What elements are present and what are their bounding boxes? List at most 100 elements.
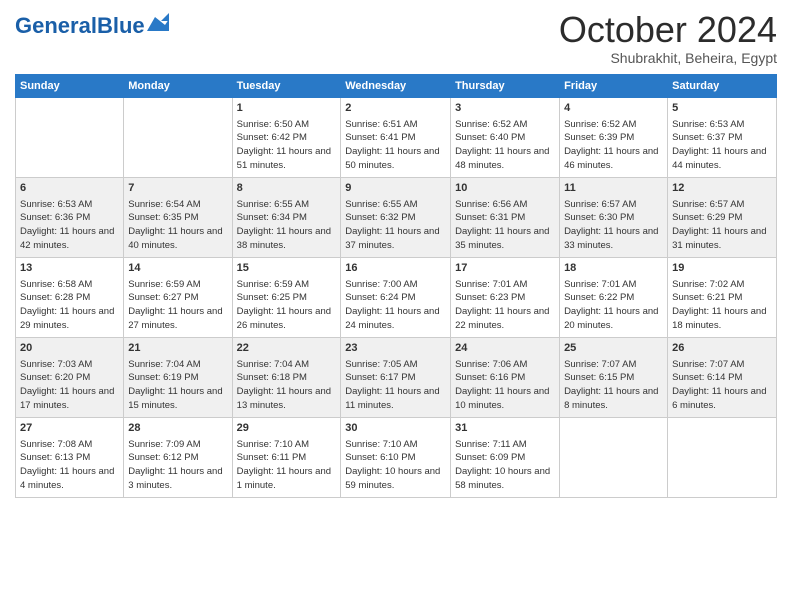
sunset-text: Sunset: 6:40 PM — [455, 132, 525, 143]
daylight-text: Daylight: 11 hours and 27 minutes. — [128, 306, 222, 331]
day-number: 19 — [672, 261, 772, 277]
daylight-text: Daylight: 11 hours and 22 minutes. — [455, 306, 549, 331]
sunset-text: Sunset: 6:36 PM — [20, 212, 90, 223]
daylight-text: Daylight: 11 hours and 15 minutes. — [128, 386, 222, 411]
day-number: 28 — [128, 421, 227, 437]
calendar-header: SundayMondayTuesdayWednesdayThursdayFrid… — [16, 74, 777, 97]
calendar-cell — [16, 97, 124, 177]
day-number: 22 — [237, 341, 337, 357]
sunrise-text: Sunrise: 7:07 AM — [564, 359, 636, 370]
daylight-text: Daylight: 11 hours and 11 minutes. — [345, 386, 439, 411]
day-number: 25 — [564, 341, 663, 357]
calendar-cell: 21Sunrise: 7:04 AMSunset: 6:19 PMDayligh… — [124, 337, 232, 417]
calendar-table: SundayMondayTuesdayWednesdayThursdayFrid… — [15, 74, 777, 498]
day-number: 16 — [345, 261, 446, 277]
day-number: 10 — [455, 181, 555, 197]
day-number: 20 — [20, 341, 119, 357]
sunrise-text: Sunrise: 7:08 AM — [20, 439, 92, 450]
calendar-cell: 17Sunrise: 7:01 AMSunset: 6:23 PMDayligh… — [451, 257, 560, 337]
calendar-cell: 30Sunrise: 7:10 AMSunset: 6:10 PMDayligh… — [341, 417, 451, 497]
week-row-1: 6 Sunrise: 6:53 AM Sunset: 6:36 PM Daylight… — [16, 177, 777, 257]
week-row-3: 20 Sunrise: 7:03 AM Sunset: 6:20 PM Dayligh… — [16, 337, 777, 417]
day-number: 4 — [564, 101, 663, 117]
calendar-cell: 3Sunrise: 6:52 AMSunset: 6:40 PMDaylight… — [451, 97, 560, 177]
daylight-text: Daylight: 11 hours and 17 minutes. — [20, 386, 114, 411]
sunset-text: Sunset: 6:32 PM — [345, 212, 415, 223]
calendar-cell: 19Sunrise: 7:02 AMSunset: 6:21 PMDayligh… — [668, 257, 777, 337]
calendar-cell: 15Sunrise: 6:59 AMSunset: 6:25 PMDayligh… — [232, 257, 341, 337]
calendar-cell: 13Sunrise: 6:58 AMSunset: 6:28 PMDayligh… — [16, 257, 124, 337]
location: Shubrakhit, Beheira, Egypt — [559, 50, 777, 66]
daylight-text: Daylight: 11 hours and 13 minutes. — [237, 386, 331, 411]
calendar-cell: 7Sunrise: 6:54 AMSunset: 6:35 PMDaylight… — [124, 177, 232, 257]
logo-general: General — [15, 13, 97, 38]
sunrise-text: Sunrise: 6:52 AM — [455, 119, 527, 130]
calendar-cell: 16Sunrise: 7:00 AMSunset: 6:24 PMDayligh… — [341, 257, 451, 337]
calendar-cell: 29Sunrise: 7:10 AMSunset: 6:11 PMDayligh… — [232, 417, 341, 497]
sunrise-text: Sunrise: 6:51 AM — [345, 119, 417, 130]
sunset-text: Sunset: 6:19 PM — [128, 372, 198, 383]
daylight-text: Daylight: 11 hours and 8 minutes. — [564, 386, 658, 411]
day-number: 2 — [345, 101, 446, 117]
sunrise-text: Sunrise: 7:02 AM — [672, 279, 744, 290]
sunrise-text: Sunrise: 7:10 AM — [345, 439, 417, 450]
daylight-text: Daylight: 11 hours and 35 minutes. — [455, 226, 549, 251]
sunset-text: Sunset: 6:14 PM — [672, 372, 742, 383]
sunset-text: Sunset: 6:20 PM — [20, 372, 90, 383]
sunrise-text: Sunrise: 7:09 AM — [128, 439, 200, 450]
day-number: 17 — [455, 261, 555, 277]
calendar-cell: 6Sunrise: 6:53 AMSunset: 6:36 PMDaylight… — [16, 177, 124, 257]
day-number: 7 — [128, 181, 227, 197]
calendar-cell: 18Sunrise: 7:01 AMSunset: 6:22 PMDayligh… — [560, 257, 668, 337]
calendar-cell: 26Sunrise: 7:07 AMSunset: 6:14 PMDayligh… — [668, 337, 777, 417]
calendar-cell: 31Sunrise: 7:11 AMSunset: 6:09 PMDayligh… — [451, 417, 560, 497]
sunrise-text: Sunrise: 7:03 AM — [20, 359, 92, 370]
day-number: 29 — [237, 421, 337, 437]
week-row-2: 13Sunrise: 6:58 AMSunset: 6:28 PMDayligh… — [16, 257, 777, 337]
sunrise-text: Sunrise: 6:59 AM — [237, 279, 309, 290]
calendar-cell: 2Sunrise: 6:51 AMSunset: 6:41 PMDaylight… — [341, 97, 451, 177]
calendar-cell: 28Sunrise: 7:09 AMSunset: 6:12 PMDayligh… — [124, 417, 232, 497]
sunrise-text: Sunrise: 6:53 AM — [672, 119, 744, 130]
sunrise-text: Sunrise: 6:54 AM — [128, 199, 200, 210]
sunrise-text: Sunrise: 7:01 AM — [564, 279, 636, 290]
daylight-text: Daylight: 11 hours and 18 minutes. — [672, 306, 766, 331]
calendar-body: 1Sunrise: 6:50 AMSunset: 6:42 PMDaylight… — [16, 97, 777, 497]
calendar-cell: 25 Sunrise: 7:07 AM Sunset: 6:15 PM Dayligh… — [560, 337, 668, 417]
logo-text: GeneralBlue — [15, 15, 145, 37]
daylight-text: Daylight: 11 hours and 24 minutes. — [345, 306, 439, 331]
sunrise-text: Sunrise: 6:53 AM — [20, 199, 92, 210]
calendar-cell: 14Sunrise: 6:59 AMSunset: 6:27 PMDayligh… — [124, 257, 232, 337]
day-number: 24 — [455, 341, 555, 357]
calendar-cell: 20 Sunrise: 7:03 AM Sunset: 6:20 PM Dayligh… — [16, 337, 124, 417]
day-number: 21 — [128, 341, 227, 357]
daylight-text: Daylight: 11 hours and 40 minutes. — [128, 226, 222, 251]
daylight-text: Daylight: 11 hours and 3 minutes. — [128, 466, 222, 491]
sunset-text: Sunset: 6:31 PM — [455, 212, 525, 223]
logo-blue: Blue — [97, 13, 145, 38]
sunset-text: Sunset: 6:42 PM — [237, 132, 307, 143]
sunset-text: Sunset: 6:18 PM — [237, 372, 307, 383]
daylight-text: Daylight: 11 hours and 26 minutes. — [237, 306, 331, 331]
daylight-text: Daylight: 11 hours and 51 minutes. — [237, 146, 331, 171]
sunset-text: Sunset: 6:29 PM — [672, 212, 742, 223]
sunrise-text: Sunrise: 6:59 AM — [128, 279, 200, 290]
logo: GeneralBlue — [15, 15, 169, 37]
sunset-text: Sunset: 6:15 PM — [564, 372, 634, 383]
day-number: 27 — [20, 421, 119, 437]
daylight-text: Daylight: 11 hours and 31 minutes. — [672, 226, 766, 251]
daylight-text: Daylight: 11 hours and 37 minutes. — [345, 226, 439, 251]
daylight-text: Daylight: 11 hours and 29 minutes. — [20, 306, 114, 331]
calendar-cell: 24Sunrise: 7:06 AMSunset: 6:16 PMDayligh… — [451, 337, 560, 417]
day-number: 3 — [455, 101, 555, 117]
calendar-cell: 22Sunrise: 7:04 AMSunset: 6:18 PMDayligh… — [232, 337, 341, 417]
day-header-saturday: Saturday — [668, 74, 777, 97]
sunset-text: Sunset: 6:09 PM — [455, 452, 525, 463]
day-number: 6 — [20, 181, 119, 197]
sunset-text: Sunset: 6:23 PM — [455, 292, 525, 303]
sunrise-text: Sunrise: 7:06 AM — [455, 359, 527, 370]
sunset-text: Sunset: 6:24 PM — [345, 292, 415, 303]
sunset-text: Sunset: 6:16 PM — [455, 372, 525, 383]
daylight-text: Daylight: 11 hours and 38 minutes. — [237, 226, 331, 251]
sunset-text: Sunset: 6:28 PM — [20, 292, 90, 303]
